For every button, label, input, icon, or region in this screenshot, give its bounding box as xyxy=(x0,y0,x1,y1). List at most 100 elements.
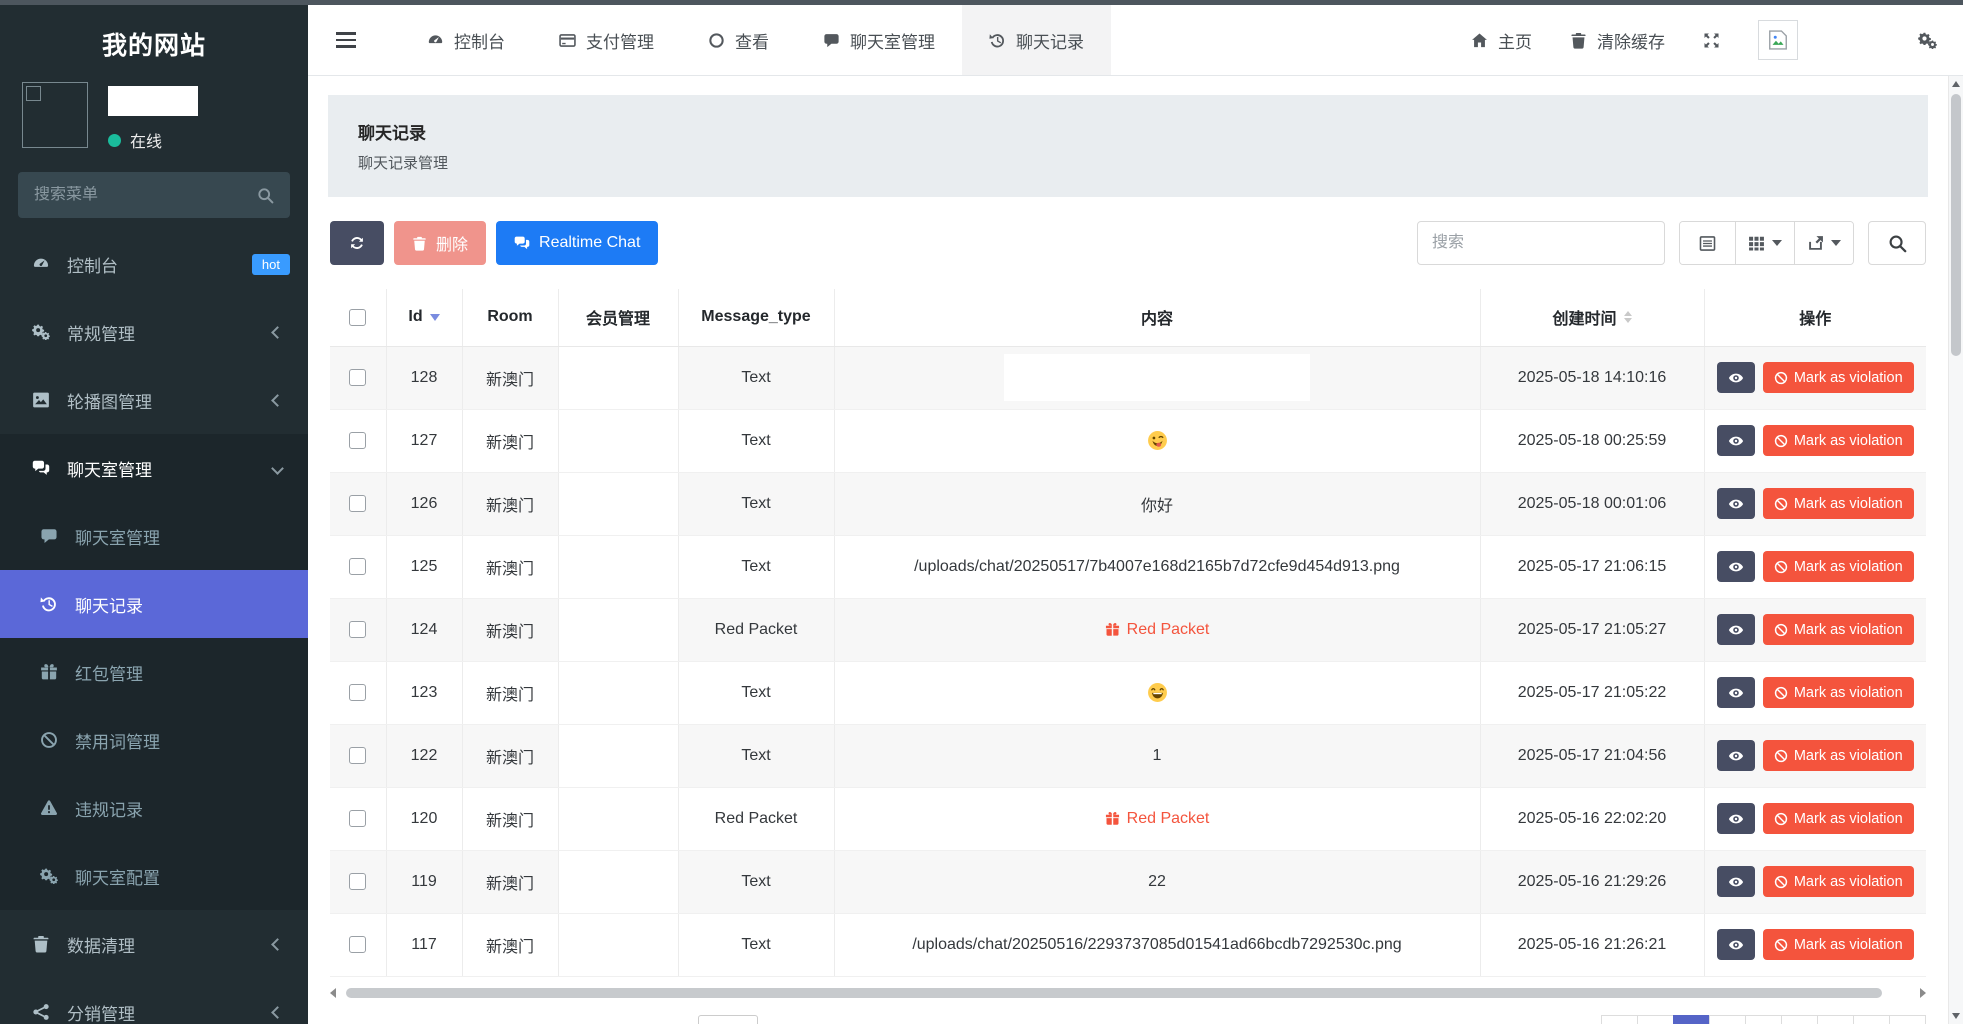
nav-action-主页[interactable]: 主页 xyxy=(1471,28,1532,53)
horizontal-scroll-track[interactable] xyxy=(344,987,1912,999)
table-row: 122新澳门Text12025-05-17 21:04:56Mark as vi… xyxy=(330,724,1926,787)
tab-查看[interactable]: 查看 xyxy=(681,5,796,75)
tachometer-icon xyxy=(30,255,52,273)
cell-content xyxy=(834,409,1480,472)
row-checkbox[interactable] xyxy=(349,873,366,890)
page-button-2[interactable]: 2 xyxy=(1709,1015,1746,1024)
tab-支付管理[interactable]: 支付管理 xyxy=(532,5,681,75)
page-button-‹[interactable]: ‹ xyxy=(1637,1015,1674,1024)
tab-控制台[interactable]: 控制台 xyxy=(400,5,532,75)
view-button[interactable] xyxy=(1717,677,1755,708)
sidebar-item-聊天室管理[interactable]: 聊天室管理 xyxy=(0,434,308,502)
page-button-3[interactable]: 3 xyxy=(1745,1015,1782,1024)
sidebar-item-违规记录[interactable]: 违规记录 xyxy=(0,774,308,842)
cell-content: 1 xyxy=(834,724,1480,787)
row-checkbox[interactable] xyxy=(349,936,366,953)
view-button[interactable] xyxy=(1717,803,1755,834)
page-button-1[interactable]: 1 xyxy=(1673,1015,1710,1024)
view-button[interactable] xyxy=(1717,488,1755,519)
sidebar-item-聊天室配置[interactable]: 聊天室配置 xyxy=(0,842,308,910)
select-all-checkbox[interactable] xyxy=(349,309,366,326)
row-checkbox[interactable] xyxy=(349,810,366,827)
mark-violation-button[interactable]: Mark as violation xyxy=(1763,803,1914,834)
scroll-down-arrow-icon[interactable] xyxy=(1949,1008,1963,1024)
menu-search-input[interactable] xyxy=(34,186,257,204)
sidebar-item-聊天记录[interactable]: 聊天记录 xyxy=(0,570,308,638)
column-header-Room: Room xyxy=(462,289,558,346)
page-button-›[interactable]: › xyxy=(1853,1015,1890,1024)
sidebar-item-红包管理[interactable]: 红包管理 xyxy=(0,638,308,706)
mark-violation-button[interactable]: Mark as violation xyxy=(1763,488,1914,519)
delete-button[interactable]: 删除 xyxy=(394,221,486,265)
view-button[interactable] xyxy=(1717,740,1755,771)
export-button[interactable] xyxy=(1795,222,1853,264)
cell-created-time: 2025-05-16 21:26:21 xyxy=(1480,913,1704,976)
eye-icon xyxy=(1728,811,1744,827)
mark-violation-button[interactable]: Mark as violation xyxy=(1763,551,1914,582)
page-button-»[interactable]: » xyxy=(1889,1015,1926,1024)
tab-聊天记录[interactable]: 聊天记录 xyxy=(962,5,1111,75)
mark-violation-button[interactable]: Mark as violation xyxy=(1763,866,1914,897)
columns-button[interactable] xyxy=(1736,222,1795,264)
hamburger-icon[interactable] xyxy=(336,29,356,52)
sort-icon[interactable] xyxy=(1624,311,1632,323)
page-button-«[interactable]: « xyxy=(1601,1015,1638,1024)
nav-action-gears-icon[interactable] xyxy=(1918,31,1937,50)
column-header-checkbox xyxy=(330,289,386,346)
cell-actions: Mark as violation xyxy=(1704,913,1926,976)
page-button-4[interactable]: 4 xyxy=(1781,1015,1818,1024)
sidebar-item-轮播图管理[interactable]: 轮播图管理 xyxy=(0,366,308,434)
scroll-right-arrow-icon[interactable] xyxy=(1920,988,1926,998)
row-checkbox[interactable] xyxy=(349,684,366,701)
mark-violation-button[interactable]: Mark as violation xyxy=(1763,677,1914,708)
nav-action-fullscreen-icon[interactable] xyxy=(1703,32,1720,49)
row-checkbox[interactable] xyxy=(349,495,366,512)
mark-violation-button[interactable]: Mark as violation xyxy=(1763,929,1914,960)
cell-created-time: 2025-05-16 21:29:26 xyxy=(1480,850,1704,913)
vertical-scroll-thumb[interactable] xyxy=(1951,94,1961,356)
sidebar-item-控制台[interactable]: 控制台hot xyxy=(0,230,308,298)
sort-desc-icon[interactable] xyxy=(430,314,440,321)
cell-actions: Mark as violation xyxy=(1704,787,1926,850)
realtime-chat-button[interactable]: Realtime Chat xyxy=(496,221,658,265)
row-checkbox[interactable] xyxy=(349,747,366,764)
mark-violation-button[interactable]: Mark as violation xyxy=(1763,740,1914,771)
mark-violation-button[interactable]: Mark as violation xyxy=(1763,362,1914,393)
mark-violation-button[interactable]: Mark as violation xyxy=(1763,614,1914,645)
scroll-up-arrow-icon[interactable] xyxy=(1949,76,1963,92)
view-button[interactable] xyxy=(1717,866,1755,897)
cell-content: 你好 xyxy=(834,472,1480,535)
view-button[interactable] xyxy=(1717,425,1755,456)
row-checkbox[interactable] xyxy=(349,621,366,638)
sidebar-item-分销管理[interactable]: 分销管理 xyxy=(0,978,308,1024)
cell-message-type: Text xyxy=(678,472,834,535)
sidebar-item-禁用词管理[interactable]: 禁用词管理 xyxy=(0,706,308,774)
search-submit-button[interactable] xyxy=(1868,221,1926,265)
table-row: 119新澳门Text222025-05-16 21:29:26Mark as v… xyxy=(330,850,1926,913)
ban-icon xyxy=(1774,623,1788,637)
tab-聊天室管理[interactable]: 聊天室管理 xyxy=(796,5,962,75)
view-button[interactable] xyxy=(1717,551,1755,582)
nav-action-清除缓存[interactable]: 清除缓存 xyxy=(1570,28,1665,53)
sidebar-item-常规管理[interactable]: 常规管理 xyxy=(0,298,308,366)
row-checkbox[interactable] xyxy=(349,558,366,575)
table-search-input[interactable] xyxy=(1417,221,1665,265)
user-avatar[interactable] xyxy=(1758,20,1798,60)
view-button[interactable] xyxy=(1717,362,1755,393)
scroll-left-arrow-icon[interactable] xyxy=(330,988,336,998)
mark-violation-button[interactable]: Mark as violation xyxy=(1763,425,1914,456)
horizontal-scroll-thumb[interactable] xyxy=(346,988,1882,998)
row-checkbox[interactable] xyxy=(349,369,366,386)
gears-icon xyxy=(1918,31,1937,50)
view-button[interactable] xyxy=(1717,614,1755,645)
view-button[interactable] xyxy=(1717,929,1755,960)
page-button-5[interactable]: 5 xyxy=(1817,1015,1854,1024)
page-size-select[interactable]: 10 xyxy=(698,1015,758,1024)
refresh-button[interactable] xyxy=(330,221,384,265)
row-checkbox[interactable] xyxy=(349,432,366,449)
sidebar-item-聊天室管理[interactable]: 聊天室管理 xyxy=(0,502,308,570)
toggle-view-button[interactable] xyxy=(1680,222,1736,264)
sidebar-item-数据清理[interactable]: 数据清理 xyxy=(0,910,308,978)
cell-created-time: 2025-05-18 14:10:16 xyxy=(1480,346,1704,409)
eye-icon xyxy=(1728,559,1744,575)
